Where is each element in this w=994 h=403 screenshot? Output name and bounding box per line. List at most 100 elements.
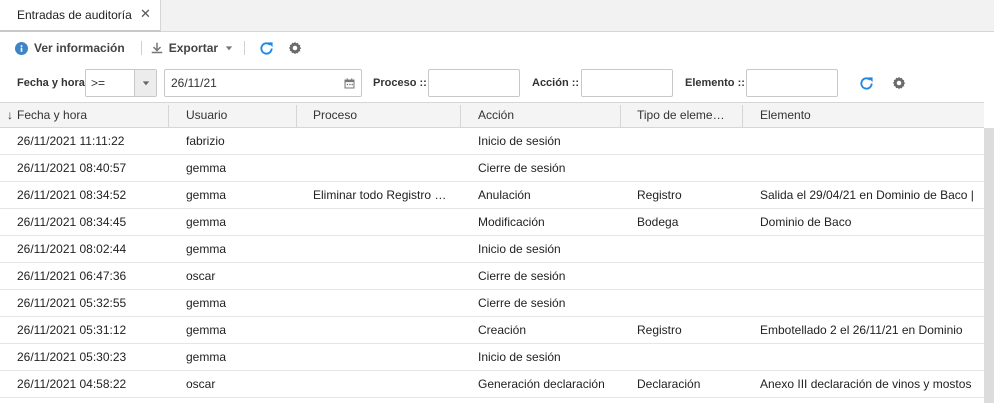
cell-accion: Inicio de sesión [478, 350, 561, 364]
sort-descending-icon: ↓ [7, 108, 13, 122]
settings-button[interactable] [288, 33, 302, 63]
column-divider [620, 105, 621, 127]
column-header-fecha-hora[interactable]: Fecha y hora [17, 103, 167, 127]
cell-proceso: Eliminar todo Registro … [313, 188, 447, 202]
cell-elemento: Anexo III declaración de vinos y mostos [760, 377, 972, 391]
cell-usuario: gemma [186, 215, 227, 229]
cell-usuario: fabrizio [186, 134, 225, 148]
cell-tipo-elemento: Registro [637, 323, 682, 337]
cell-usuario: gemma [186, 242, 227, 256]
table-row[interactable]: 26/11/2021 08:40:57 gemma Cierre de sesión [0, 155, 984, 182]
cell-tipo-elemento: Bodega [637, 215, 679, 229]
exportar-button[interactable]: Exportar [151, 33, 233, 63]
cell-usuario: oscar [186, 269, 216, 283]
tab-label: Entradas de auditoría [17, 8, 132, 22]
table-row[interactable]: 26/11/2021 04:58:22 oscar Generación decla… [0, 371, 984, 398]
cell-fecha-hora: 26/11/2021 08:34:52 [17, 188, 127, 202]
cell-accion: Inicio de sesión [478, 134, 561, 148]
exportar-label: Exportar [168, 41, 219, 55]
ver-informacion-button[interactable]: Ver información [15, 33, 125, 63]
cell-fecha-hora: 26/11/2021 04:58:22 [17, 377, 127, 391]
grid-body: 26/11/2021 11:11:22 fabrizio Inicio de ses… [0, 128, 984, 403]
table-row[interactable]: 26/11/2021 08:34:45 gemma Modificación Bode… [0, 209, 984, 236]
filter-bar: Fecha y hora >= 26/11/21 Proceso :: Acci… [0, 64, 994, 102]
table-row[interactable]: 26/11/2021 05:30:23 gemma Inicio de sesión [0, 344, 984, 371]
cell-accion: Anulación [478, 188, 531, 202]
scrollbar-thumb[interactable] [984, 128, 994, 403]
cell-accion: Inicio de sesión [478, 242, 561, 256]
calendar-icon[interactable] [344, 78, 355, 89]
cell-fecha-hora: 26/11/2021 08:34:45 [17, 215, 127, 229]
cell-usuario: gemma [186, 296, 227, 310]
date-value: 26/11/21 [171, 76, 217, 90]
table-row[interactable]: 26/11/2021 06:47:36 oscar Cierre de sesión [0, 263, 984, 290]
column-header-usuario[interactable]: Usuario [186, 103, 291, 127]
refresh-icon [260, 41, 273, 55]
cell-accion: Cierre de sesión [478, 296, 566, 310]
table-row[interactable]: 26/11/2021 05:31:12 gemma Creación Registro… [0, 317, 984, 344]
toolbar: Ver información Exportar [0, 33, 994, 63]
caret-down-icon [225, 46, 233, 51]
refresh-icon[interactable] [859, 76, 874, 91]
cell-fecha-hora: 26/11/2021 06:47:36 [17, 269, 127, 283]
cell-accion: Modificación [478, 215, 545, 229]
table-row[interactable]: 26/11/2021 05:32:55 gemma Cierre de sesión [0, 290, 984, 317]
gear-icon[interactable] [892, 76, 906, 90]
cell-elemento: Embotellado 2 el 26/11/21 en Dominio [760, 323, 963, 337]
grid-header: ↓ Fecha y hora Usuario Proceso Acción Ti… [0, 102, 984, 128]
cell-accion: Cierre de sesión [478, 161, 566, 175]
cell-fecha-hora: 26/11/2021 05:31:12 [17, 323, 127, 337]
cell-fecha-hora: 26/11/2021 08:02:44 [17, 242, 127, 256]
cell-accion: Cierre de sesión [478, 269, 566, 283]
cell-fecha-hora: 26/11/2021 05:30:23 [17, 350, 127, 364]
accion-filter-label: Acción :: [532, 77, 580, 89]
elemento-input[interactable] [746, 69, 838, 97]
cell-accion: Generación declaración [478, 377, 605, 391]
toolbar-divider [244, 41, 246, 55]
proceso-filter-label: Proceso :: [373, 77, 427, 89]
close-icon[interactable]: ✕ [140, 7, 151, 21]
table-row[interactable]: 26/11/2021 11:11:22 fabrizio Inicio de ses… [0, 128, 984, 155]
cell-usuario: oscar [186, 377, 216, 391]
column-divider [296, 105, 297, 127]
operator-value: >= [91, 76, 106, 90]
cell-elemento: Salida el 29/04/21 en Dominio de Baco | [760, 188, 974, 202]
cell-tipo-elemento: Declaración [637, 377, 701, 391]
column-divider [168, 105, 169, 127]
column-header-proceso[interactable]: Proceso [313, 103, 453, 127]
info-icon [15, 41, 28, 55]
caret-down-icon [142, 81, 150, 86]
vertical-scrollbar[interactable] [984, 128, 994, 403]
cell-usuario: gemma [186, 188, 227, 202]
cell-elemento: Dominio de Baco [760, 215, 852, 229]
operator-select[interactable]: >= [85, 69, 157, 97]
gear-icon [288, 41, 302, 55]
column-divider [742, 105, 743, 127]
column-header-tipo-elemento[interactable]: Tipo de eleme… [637, 103, 737, 127]
cell-fecha-hora: 26/11/2021 11:11:22 [17, 134, 125, 148]
date-input[interactable]: 26/11/21 [164, 69, 362, 97]
table-row[interactable]: 26/11/2021 08:34:52 gemma Eliminar todo Re… [0, 182, 984, 209]
cell-usuario: gemma [186, 350, 227, 364]
cell-tipo-elemento: Registro [637, 188, 682, 202]
column-divider [460, 105, 461, 127]
column-header-elemento[interactable]: Elemento [760, 103, 980, 127]
refresh-button[interactable] [259, 33, 274, 63]
accion-input[interactable] [581, 69, 673, 97]
select-button[interactable] [134, 70, 156, 96]
cell-usuario: gemma [186, 323, 227, 337]
toolbar-divider [140, 41, 142, 55]
fecha-hora-filter-label: Fecha y hora [17, 77, 85, 89]
cell-accion: Creación [478, 323, 527, 337]
download-icon [151, 42, 162, 54]
cell-fecha-hora: 26/11/2021 05:32:55 [17, 296, 127, 310]
ver-informacion-label: Ver información [34, 41, 125, 55]
proceso-input[interactable] [428, 69, 520, 97]
tab-bar: Entradas de auditoría ✕ [0, 0, 994, 32]
cell-fecha-hora: 26/11/2021 08:40:57 [17, 161, 127, 175]
tab-entradas-auditoria[interactable]: Entradas de auditoría ✕ [0, 0, 161, 32]
elemento-filter-label: Elemento :: [685, 77, 745, 89]
table-row[interactable]: 26/11/2021 08:02:44 gemma Inicio de sesión [0, 236, 984, 263]
cell-usuario: gemma [186, 161, 227, 175]
column-header-accion[interactable]: Acción [478, 103, 613, 127]
